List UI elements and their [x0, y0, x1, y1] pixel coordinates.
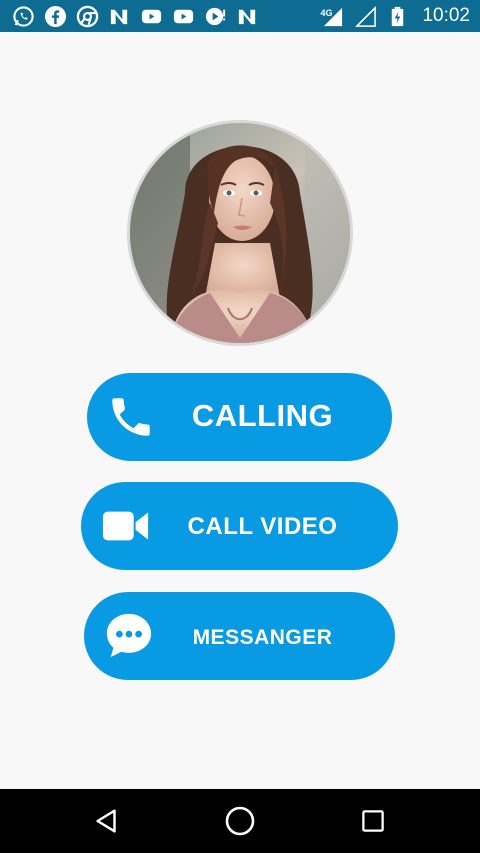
calling-label: CALLING — [191, 398, 334, 433]
profile-photo — [130, 123, 350, 343]
main-content: CALLING CALL VIDEO MESSANGER — [0, 32, 480, 789]
status-bar: 4G 10:02 — [0, 0, 480, 32]
messenger-label: MESSANGER — [192, 626, 333, 649]
media-icon — [204, 5, 227, 28]
chrome-icon — [76, 5, 99, 28]
recent-apps-icon[interactable] — [357, 805, 389, 837]
signal-empty-icon — [354, 5, 377, 28]
signal-4g-icon: 4G — [319, 5, 345, 28]
profile-avatar — [127, 120, 353, 346]
status-time: 10:02 — [422, 5, 470, 26]
notification-icons — [12, 5, 259, 28]
facebook-icon — [44, 5, 67, 28]
call-video-button[interactable]: CALL VIDEO — [81, 482, 398, 570]
home-icon[interactable] — [224, 805, 256, 837]
youtube-icon — [140, 5, 163, 28]
network-type: 4G — [320, 7, 333, 18]
n-app-icon — [108, 5, 131, 28]
call-video-label: CALL VIDEO — [187, 513, 338, 540]
back-icon[interactable] — [91, 805, 123, 837]
calling-button[interactable]: CALLING — [87, 373, 392, 461]
n-app-icon — [236, 5, 259, 28]
navigation-bar — [0, 789, 480, 853]
system-icons: 4G 10:02 — [319, 5, 470, 28]
messenger-button[interactable]: MESSANGER — [84, 592, 395, 680]
whatsapp-icon — [12, 5, 35, 28]
youtube-icon — [172, 5, 195, 28]
battery-icon — [386, 5, 409, 28]
